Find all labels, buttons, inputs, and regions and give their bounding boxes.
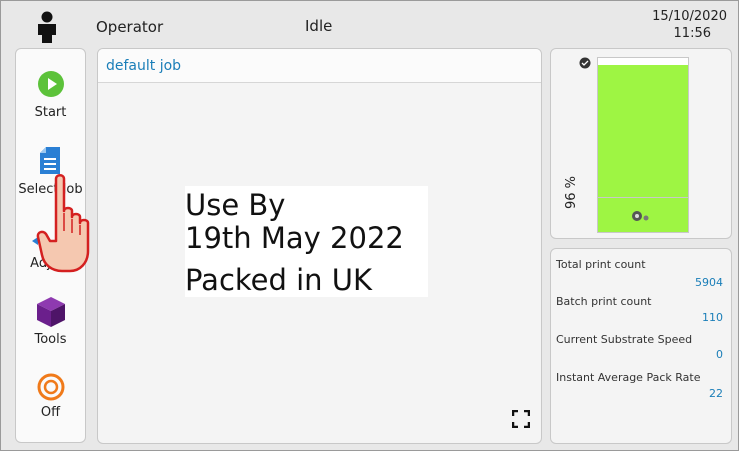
- machine-status: Idle: [305, 17, 333, 35]
- time-display: 11:56: [673, 26, 711, 41]
- power-icon: [37, 373, 65, 401]
- document-icon: [40, 147, 60, 174]
- production-stats-panel: Total print count 5904 Batch print count…: [550, 248, 732, 444]
- operator-label: Operator: [96, 18, 164, 36]
- start-button[interactable]: Start: [16, 67, 85, 123]
- ink-level-panel[interactable]: 96 %: [550, 48, 732, 239]
- batch-print-count-label: Batch print count: [556, 295, 652, 308]
- label-preview[interactable]: Use By 19th May 2022 Packed in UK: [185, 186, 428, 297]
- play-icon: [38, 71, 64, 97]
- operator-icon[interactable]: [35, 11, 59, 43]
- ink-level-bar: [597, 57, 689, 233]
- status-header: Operator Idle 15/10/2020 11:56: [1, 1, 738, 47]
- job-preview-panel: default job Use By 19th May 2022 Packed …: [97, 48, 542, 444]
- pack-rate-value: 22: [709, 387, 723, 400]
- ink-level-text: 96 %: [564, 175, 579, 209]
- off-label: Off: [40, 405, 61, 420]
- date-display: 15/10/2020: [652, 9, 727, 24]
- pack-rate-label: Instant Average Pack Rate: [556, 371, 701, 384]
- substrate-speed-value: 0: [716, 348, 723, 361]
- cube-icon: [37, 297, 65, 327]
- ink-level-fill: [598, 64, 688, 232]
- off-button[interactable]: Off: [16, 371, 85, 429]
- fullscreen-icon[interactable]: [512, 410, 530, 428]
- label-line-use-by: Use By: [185, 188, 286, 222]
- hand-pointer-icon: [36, 174, 90, 273]
- substrate-speed-label: Current Substrate Speed: [556, 333, 693, 346]
- job-title-bar: default job: [98, 49, 541, 83]
- label-line-date: 19th May 2022: [185, 221, 404, 255]
- ink-divider: [598, 197, 688, 198]
- tools-label: Tools: [34, 332, 67, 347]
- app-window: Operator Idle 15/10/2020 11:56 Start Sel…: [0, 0, 739, 451]
- ink-roll-icon: [632, 211, 649, 221]
- total-print-count-value: 5904: [695, 276, 723, 289]
- label-line-origin: Packed in UK: [185, 263, 373, 297]
- ink-cartridge-icon: [579, 57, 591, 69]
- batch-print-count-value: 110: [702, 311, 723, 324]
- total-print-count-label: Total print count: [556, 258, 646, 271]
- tools-button[interactable]: Tools: [16, 294, 85, 352]
- start-label: Start: [34, 105, 67, 120]
- job-name[interactable]: default job: [106, 58, 181, 74]
